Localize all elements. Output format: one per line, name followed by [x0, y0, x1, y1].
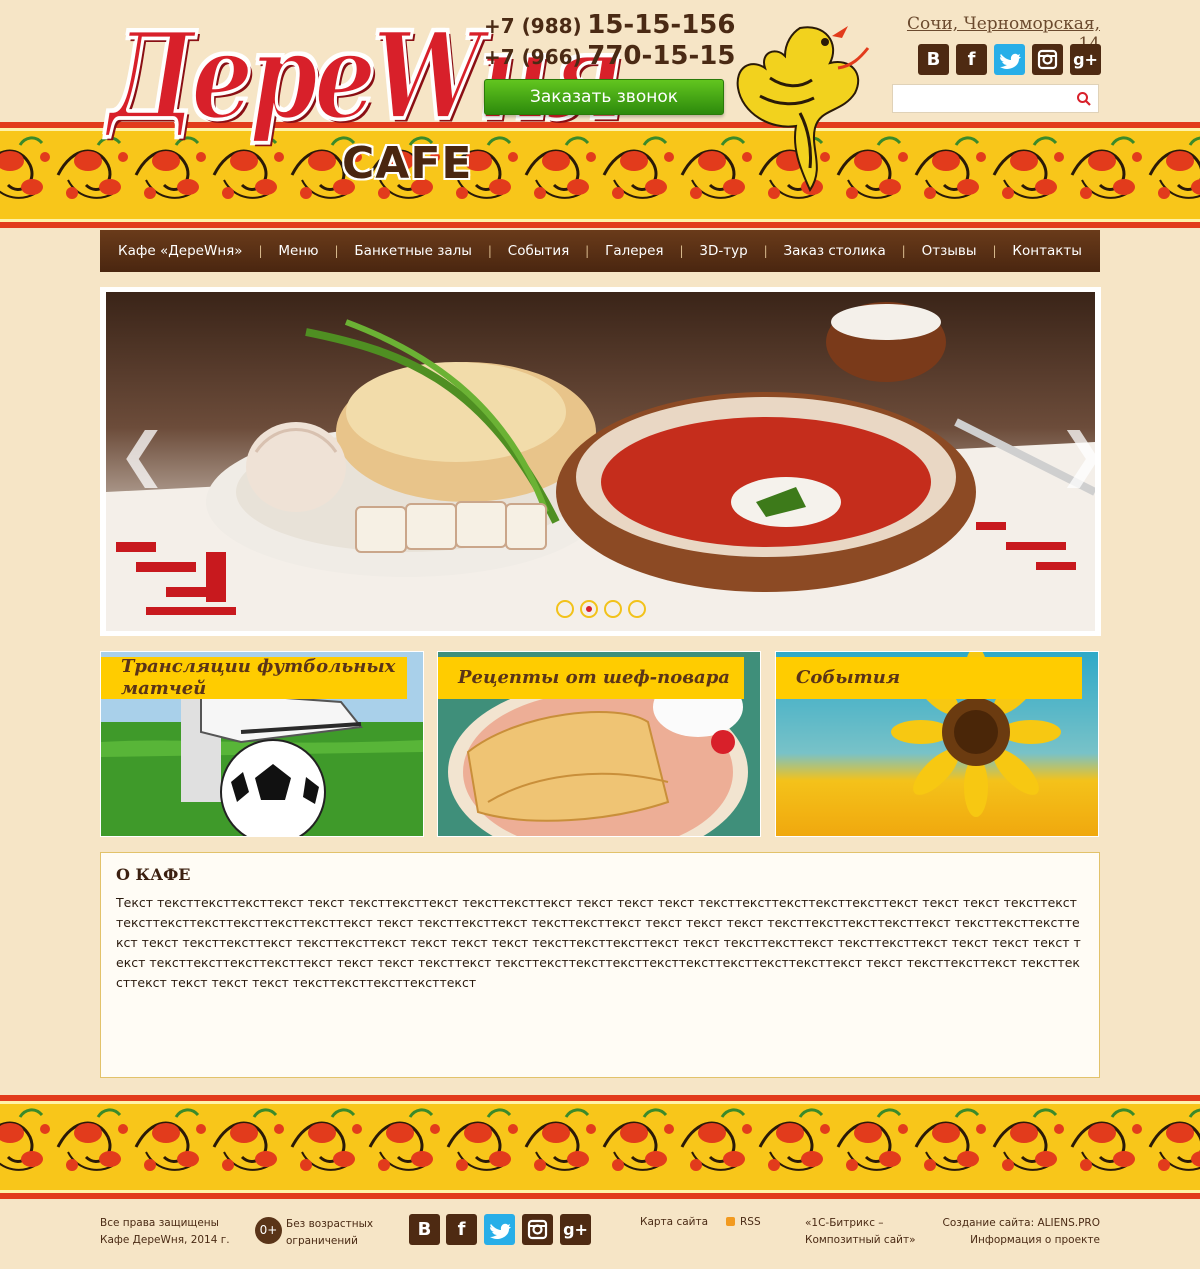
footer-facebook-icon[interactable]: f: [446, 1214, 477, 1245]
card-events-title: События: [776, 657, 1082, 699]
ornament-band-bottom: [0, 1095, 1200, 1199]
nav-item-cafe[interactable]: Кафе «ДереWня»: [118, 243, 243, 259]
slide-image: [106, 292, 1095, 631]
camera-icon: [1037, 49, 1058, 70]
firebird-icon: [736, 26, 870, 193]
main-nav: Кафе «ДереWня» | Меню | Банкетные залы |…: [100, 230, 1100, 272]
nav-item-menu[interactable]: Меню: [278, 243, 318, 259]
age-badge: 0+: [255, 1217, 282, 1244]
about-title: О КАФЕ: [116, 865, 191, 884]
card-events[interactable]: События: [775, 651, 1099, 837]
card-football-title: Трансляции футбольных матчей: [101, 656, 407, 699]
about-text: Текст тексттексттексттекст текст текстте…: [116, 895, 1081, 990]
footer-credits: Создание сайта: ALIENS.PRO Информация о …: [900, 1215, 1101, 1249]
phone-2[interactable]: +7 (966) 770-15-15: [484, 41, 735, 71]
age-text: Без возрастных ограничений: [286, 1218, 374, 1247]
footer-copyright: Все права защищены Кафе ДереWня, 2014 г.: [100, 1217, 230, 1246]
facebook-icon[interactable]: f: [956, 44, 987, 75]
slider-next-arrow[interactable]: ❯: [1058, 425, 1107, 483]
nav-item-booking[interactable]: Заказ столика: [784, 243, 886, 259]
nav-item-gallery[interactable]: Галерея: [605, 243, 663, 259]
search-icon[interactable]: [1076, 91, 1092, 107]
search-input[interactable]: [893, 85, 1079, 112]
footer-rss: RSS: [740, 1214, 761, 1231]
nav-item-contacts[interactable]: Контакты: [1012, 243, 1081, 259]
footer-sitemap: Карта сайта: [640, 1214, 708, 1231]
slider-dot-1[interactable]: [556, 600, 574, 618]
nav-item-events[interactable]: События: [508, 243, 569, 259]
nav-item-3d-tour[interactable]: 3D-тур: [699, 243, 747, 259]
creator-link[interactable]: Создание сайта: ALIENS.PRO: [900, 1215, 1101, 1232]
footer-bitrix: «1С-Битрикс – Композитный сайт»: [805, 1217, 916, 1246]
vk-icon[interactable]: В: [918, 44, 949, 75]
about-section: О КАФЕ Текст тексттексттексттекст текст …: [100, 852, 1100, 1078]
card-recipes[interactable]: Рецепты от шеф-повара: [437, 651, 761, 837]
footer-twitter-icon[interactable]: [484, 1214, 515, 1245]
nav-item-banquet[interactable]: Банкетные залы: [354, 243, 472, 259]
card-football[interactable]: Трансляции футбольных матчей: [100, 651, 424, 837]
rss-icon: [726, 1217, 735, 1226]
phone-1[interactable]: +7 (988) 15-15-156: [484, 10, 735, 40]
card-recipes-title: Рецепты от шеф-повара: [438, 657, 744, 699]
address-link[interactable]: Сочи, Черноморская, 14: [884, 14, 1100, 54]
footer-google-plus-icon[interactable]: g+: [560, 1214, 591, 1245]
slider-dot-4[interactable]: [628, 600, 646, 618]
camera-icon: [527, 1219, 548, 1240]
hero-slider: [100, 287, 1101, 636]
footer-instagram-icon[interactable]: [522, 1214, 553, 1245]
twitter-bird-icon: [1000, 53, 1021, 69]
rss-link[interactable]: RSS: [740, 1216, 761, 1228]
slider-dot-3[interactable]: [604, 600, 622, 618]
slider-prev-arrow[interactable]: ❮: [118, 425, 167, 483]
sitemap-link[interactable]: Карта сайта: [640, 1216, 708, 1228]
search-box: [892, 84, 1099, 113]
google-plus-icon[interactable]: g+: [1070, 44, 1101, 75]
footer-vk-icon[interactable]: В: [409, 1214, 440, 1245]
slider-dot-2[interactable]: [580, 600, 598, 618]
twitter-bird-icon: [490, 1223, 511, 1239]
instagram-icon[interactable]: [1032, 44, 1063, 75]
nav-item-reviews[interactable]: Отзывы: [922, 243, 977, 259]
order-call-button[interactable]: Заказать звонок: [484, 79, 724, 115]
twitter-icon[interactable]: [994, 44, 1025, 75]
logo-subtitle: CAFE: [342, 138, 473, 189]
project-info-link[interactable]: Информация о проекте: [900, 1232, 1100, 1249]
